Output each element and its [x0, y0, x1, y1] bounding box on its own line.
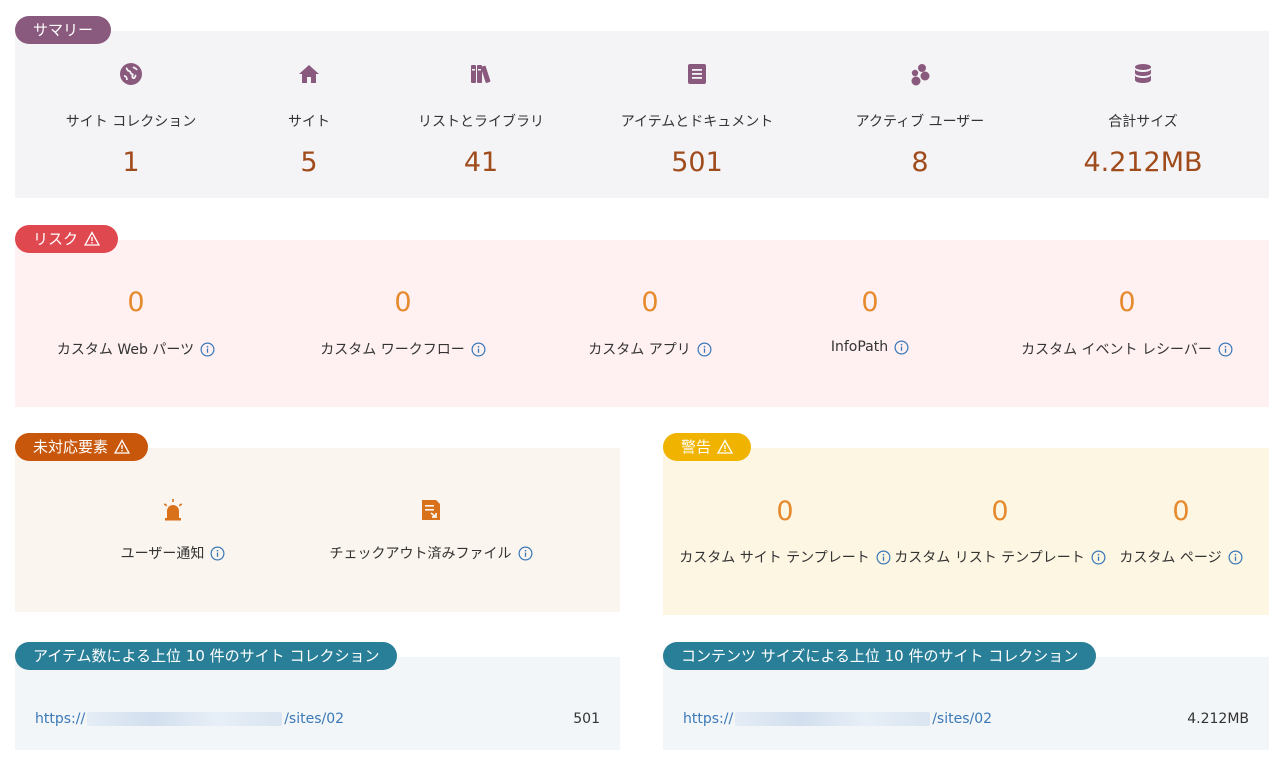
risk-value: 0	[861, 287, 879, 318]
unsupported-panel: ユーザー通知 チェックアウト済みファイル	[15, 448, 620, 612]
summary-value: 5	[300, 147, 318, 178]
summary-label: サイト	[288, 114, 330, 130]
top-items-tag-label: アイテム数による上位 10 件のサイト コレクション	[33, 647, 380, 665]
risk-value: 0	[127, 287, 145, 318]
database-icon	[1131, 62, 1155, 86]
info-icon[interactable]	[471, 342, 486, 357]
document-icon	[685, 62, 709, 86]
unsupported-label: ユーザー通知	[43, 543, 303, 563]
table-row: https:// /sites/02 501	[35, 711, 600, 727]
risk-label-text: InfoPath	[830, 339, 889, 355]
unsupported-tag-label: 未対応要素	[33, 438, 109, 456]
redacted-host	[735, 712, 931, 726]
home-icon	[297, 62, 321, 86]
summary-value: 501	[671, 147, 723, 178]
summary-value: 41	[463, 147, 499, 178]
top-size-panel: https:// /sites/02 4.212MB	[663, 657, 1269, 750]
summary-label: アイテムとドキュメント	[620, 114, 774, 130]
table-row: https:// /sites/02 4.212MB	[683, 711, 1249, 727]
info-icon[interactable]	[876, 550, 891, 565]
risk-label: カスタム ワークフロー	[273, 339, 533, 359]
checkout-file-icon	[419, 498, 443, 522]
risk-tag-label: リスク	[33, 230, 79, 248]
info-icon[interactable]	[894, 340, 909, 355]
summary-label: 合計サイズ	[1108, 114, 1178, 130]
item-count: 501	[573, 711, 600, 727]
summary-panel: サイト コレクション 1 サイト 5 リストとライブラリ 41 アイテムとドキュ…	[15, 31, 1269, 198]
warning-panel: 0 カスタム サイト テンプレート 0 カスタム リスト テンプレート 0 カス…	[663, 448, 1269, 615]
globe-icon	[119, 62, 143, 86]
warning-value: 0	[776, 496, 794, 527]
warning-label: カスタム ページ	[1071, 547, 1284, 567]
top-items-panel: https:// /sites/02 501	[15, 657, 620, 750]
risk-tag: リスク	[15, 225, 119, 253]
alarm-icon	[161, 498, 185, 522]
summary-value: 1	[122, 147, 140, 178]
warning-triangle-icon	[114, 439, 131, 454]
info-icon[interactable]	[1218, 342, 1233, 357]
top-items-tag: アイテム数による上位 10 件のサイト コレクション	[15, 642, 398, 670]
risk-value: 0	[394, 287, 412, 318]
top-size-tag-label: コンテンツ サイズによる上位 10 件のサイト コレクション	[681, 647, 1079, 665]
unsupported-tag: 未対応要素	[15, 433, 149, 461]
link-suffix: /sites/02	[284, 711, 345, 727]
risk-value: 0	[1118, 287, 1136, 318]
content-size: 4.212MB	[1187, 711, 1249, 727]
summary-value: 8	[911, 147, 929, 178]
warning-triangle-icon	[717, 439, 734, 454]
info-icon[interactable]	[1228, 550, 1243, 565]
warning-label-text: カスタム リスト テンプレート	[894, 550, 1085, 566]
site-collection-link[interactable]: https:// /sites/02	[683, 711, 992, 727]
risk-label-text: カスタム ワークフロー	[320, 342, 465, 358]
unsupported-label: チェックアウト済みファイル	[301, 543, 561, 563]
link-prefix: https://	[35, 711, 86, 727]
unsupported-label-text: ユーザー通知	[120, 546, 205, 562]
warning-triangle-icon	[84, 231, 101, 246]
link-suffix: /sites/02	[932, 711, 993, 727]
summary-value: 4.212MB	[1083, 147, 1203, 178]
risk-panel: 0 カスタム Web パーツ 0 カスタム ワークフロー 0 カスタム アプリ …	[15, 240, 1269, 407]
risk-label-text: カスタム Web パーツ	[56, 342, 195, 358]
top-size-tag: コンテンツ サイズによる上位 10 件のサイト コレクション	[663, 642, 1097, 670]
site-collection-link[interactable]: https:// /sites/02	[35, 711, 344, 727]
warning-label-text: カスタム ページ	[1119, 550, 1222, 566]
info-icon[interactable]	[697, 342, 712, 357]
summary-label: アクティブ ユーザー	[855, 114, 985, 130]
risk-label: カスタム イベント レシーバー	[997, 339, 1257, 359]
risk-label-text: カスタム アプリ	[588, 342, 691, 358]
warning-tag: 警告	[663, 433, 752, 461]
warning-value: 0	[1172, 496, 1190, 527]
info-icon[interactable]	[200, 342, 215, 357]
summary-label: リストとライブラリ	[418, 114, 544, 130]
unsupported-label-text: チェックアウト済みファイル	[329, 546, 512, 562]
risk-label-text: カスタム イベント レシーバー	[1021, 342, 1212, 358]
info-icon[interactable]	[518, 546, 533, 561]
warning-label: カスタム サイト テンプレート	[675, 547, 895, 567]
warning-tag-label: 警告	[681, 438, 712, 456]
warning-label-text: カスタム サイト テンプレート	[679, 550, 870, 566]
redacted-host	[87, 712, 283, 726]
library-books-icon	[469, 62, 493, 86]
info-icon[interactable]	[210, 546, 225, 561]
summary-label: サイト コレクション	[65, 114, 197, 130]
risk-label: カスタム Web パーツ	[6, 339, 266, 359]
risk-label: InfoPath	[740, 339, 1000, 355]
users-icon	[908, 62, 932, 86]
summary-tag-label: サマリー	[33, 21, 94, 39]
link-prefix: https://	[683, 711, 734, 727]
summary-tag: サマリー	[15, 16, 112, 44]
